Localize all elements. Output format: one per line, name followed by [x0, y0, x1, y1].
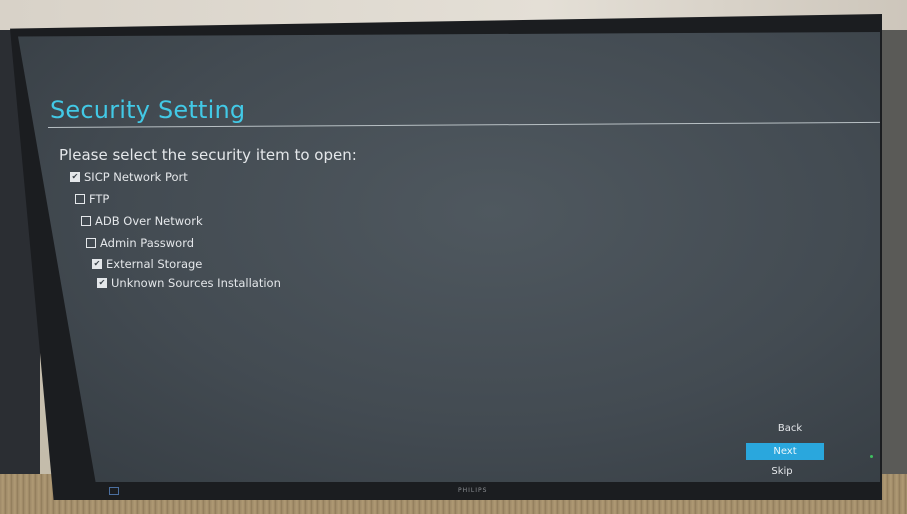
skip-button[interactable]: Skip [762, 466, 802, 477]
checkbox-icon[interactable]: ✔ [92, 259, 102, 269]
option-label: FTP [89, 192, 110, 206]
checkbox-icon[interactable] [75, 194, 85, 204]
option-sicp-network-port[interactable]: ✔ SICP Network Port [70, 170, 188, 184]
checkbox-icon[interactable]: ✔ [97, 278, 107, 288]
checkbox-icon[interactable] [81, 216, 91, 226]
monitor-brand-logo: PHILIPS [458, 487, 488, 494]
option-label: SICP Network Port [84, 170, 188, 184]
page-title: Security Setting [50, 96, 246, 124]
next-button[interactable]: Next [746, 443, 824, 460]
option-label: External Storage [106, 257, 203, 271]
back-button[interactable]: Back [770, 423, 810, 434]
option-label: ADB Over Network [95, 214, 203, 228]
input-source-icon [109, 487, 119, 495]
option-external-storage[interactable]: ✔ External Storage [92, 257, 202, 271]
option-label: Unknown Sources Installation [111, 276, 281, 290]
instruction-text: Please select the security item to open: [59, 146, 357, 164]
checkbox-icon[interactable] [86, 238, 96, 248]
checkbox-icon[interactable]: ✔ [70, 172, 80, 182]
option-ftp[interactable]: FTP [75, 192, 109, 206]
power-led-icon [870, 455, 873, 458]
option-unknown-sources-installation[interactable]: ✔ Unknown Sources Installation [97, 276, 281, 290]
option-admin-password[interactable]: Admin Password [86, 236, 194, 250]
option-label: Admin Password [100, 236, 195, 250]
option-adb-over-network[interactable]: ADB Over Network [81, 214, 203, 228]
